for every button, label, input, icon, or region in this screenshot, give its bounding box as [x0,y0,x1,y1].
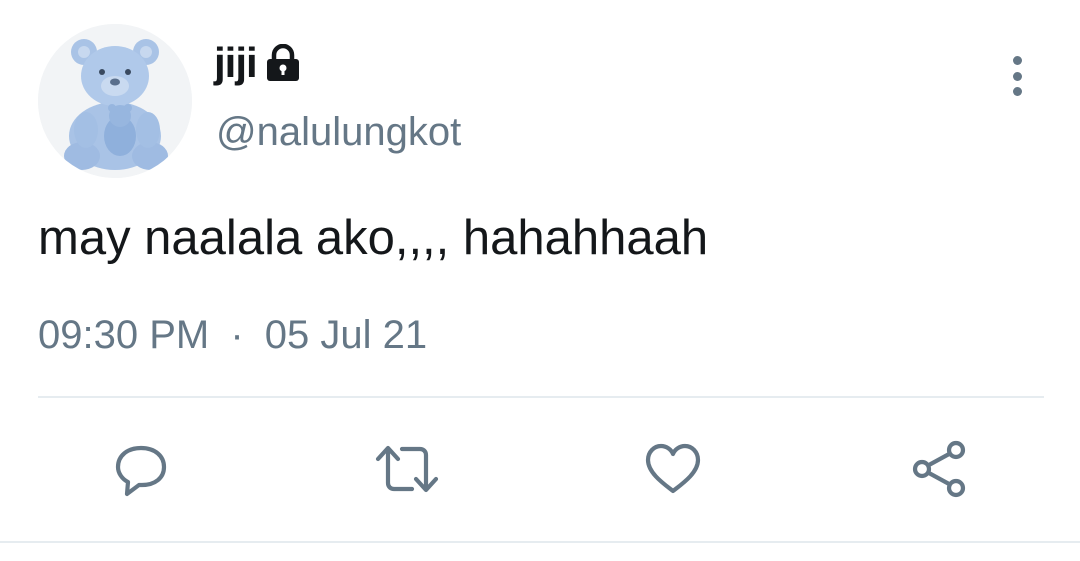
reply-button[interactable] [108,436,174,502]
retweet-button[interactable] [374,436,440,502]
share-icon [912,440,966,498]
lock-icon [265,44,301,82]
share-button[interactable] [906,436,972,502]
tweet-time[interactable]: 09:30 PM [38,313,209,357]
more-dot-icon [1012,71,1022,81]
divider [0,541,1080,543]
more-dot-icon [1012,87,1022,96]
tweet-meta: 09:30 PM · 05 Jul 21 [38,313,427,358]
meta-separator: · [230,313,244,357]
display-name[interactable]: jiji [214,39,258,87]
avatar[interactable] [38,24,192,178]
tweet-text: may naalala ako,,,, hahahhaah [38,211,709,265]
action-bar [0,436,1080,502]
like-button[interactable] [640,436,706,502]
tweet-card: jiji @nalulungkot may naalala ako,,,, ha… [0,0,1080,561]
more-options-button[interactable] [1000,52,1034,100]
teddy-bear-avatar-icon [38,24,192,178]
retweet-icon [375,445,439,493]
tweet-date[interactable]: 05 Jul 21 [265,313,427,357]
heart-icon [645,443,701,494]
comment-icon [115,445,167,497]
more-dot-icon [1012,56,1022,65]
user-handle[interactable]: @nalulungkot [216,110,461,155]
name-row: jiji [214,36,301,90]
divider [38,396,1044,398]
